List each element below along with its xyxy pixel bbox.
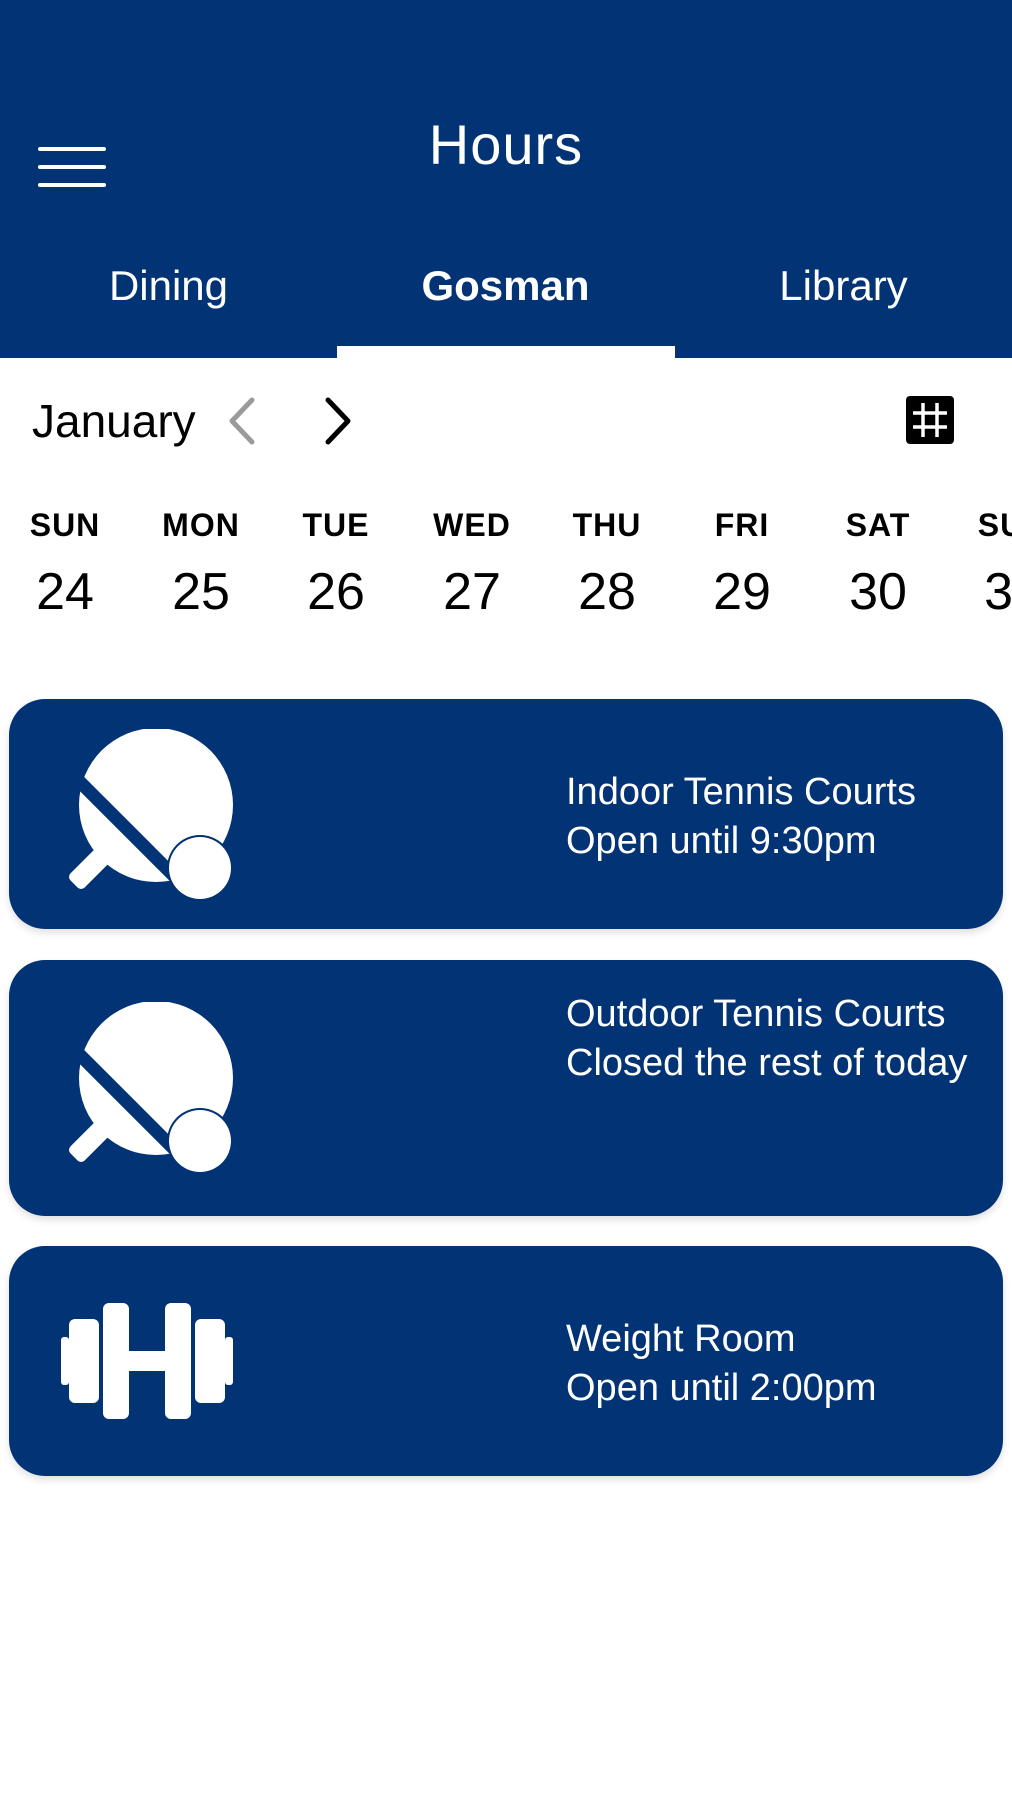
facility-status: Open until 9:30pm [566, 820, 877, 862]
page-title: Hours [428, 113, 584, 176]
day-number: 31 [984, 563, 1012, 621]
day-item[interactable]: SAT 30 [810, 500, 946, 622]
day-number: 30 [849, 563, 907, 621]
day-number: 28 [578, 563, 636, 621]
facility-name: Outdoor Tennis Courts [566, 993, 946, 1035]
chevron-right-icon [325, 397, 351, 445]
day-of-week: THU [572, 507, 642, 543]
week-strip: SUN 24 MON 25 TUE 26 WED 27 THU 28 FRI 2… [0, 500, 1012, 630]
day-of-week: FRI [714, 507, 770, 543]
facility-text: Outdoor Tennis Courts Closed the rest of… [566, 990, 976, 1088]
day-item[interactable]: MON 25 [133, 500, 269, 622]
header: Hours Dining Gosman Library [0, 0, 1012, 358]
facility-card-indoor-tennis[interactable]: Indoor Tennis Courts Open until 9:30pm [9, 699, 1003, 929]
tab-gosman[interactable]: Gosman [337, 262, 674, 318]
day-item[interactable]: THU 28 [539, 500, 675, 622]
facility-text: Indoor Tennis Courts Open until 9:30pm [566, 768, 976, 866]
day-number: 24 [36, 563, 94, 621]
day-number: 25 [172, 563, 230, 621]
active-tab-indicator [337, 346, 675, 358]
facility-text: Weight Room Open until 2:00pm [566, 1315, 976, 1413]
facility-card-outdoor-tennis[interactable]: Outdoor Tennis Courts Closed the rest of… [9, 960, 1003, 1216]
facility-status: Open until 2:00pm [566, 1367, 877, 1409]
day-item[interactable]: SUN 24 [0, 500, 133, 622]
day-number: 26 [307, 563, 365, 621]
tab-library[interactable]: Library [675, 262, 1012, 318]
facility-card-weight-room[interactable]: Weight Room Open until 2:00pm [9, 1246, 1003, 1476]
facility-status: Closed the rest of today [566, 1042, 968, 1084]
day-item[interactable]: FRI 29 [674, 500, 810, 622]
day-of-week: SUN [29, 507, 101, 543]
day-of-week: SAT [845, 507, 911, 543]
day-number: 27 [443, 563, 501, 621]
day-of-week: WED [433, 507, 511, 543]
day-item[interactable]: WED 27 [404, 500, 540, 622]
calendar-grid-icon [906, 396, 954, 444]
tab-dining[interactable]: Dining [0, 262, 337, 318]
day-of-week: SUN [977, 507, 1012, 543]
facility-name: Weight Room [566, 1318, 796, 1360]
ping-pong-paddle-icon [68, 1002, 233, 1174]
day-item[interactable]: TUE 26 [268, 500, 404, 622]
ping-pong-paddle-icon [68, 729, 233, 901]
day-item[interactable]: SUN 31 [945, 500, 1012, 622]
day-number: 29 [713, 563, 771, 621]
facility-name: Indoor Tennis Courts [566, 771, 916, 813]
calendar-grid-button[interactable] [906, 396, 954, 444]
day-of-week: TUE [302, 507, 370, 543]
month-label: January [32, 395, 196, 447]
previous-week-button[interactable] [218, 394, 266, 448]
day-of-week: MON [162, 507, 240, 543]
chevron-left-icon [229, 397, 255, 445]
dumbbell-icon [61, 1303, 233, 1419]
next-week-button[interactable] [314, 394, 362, 448]
